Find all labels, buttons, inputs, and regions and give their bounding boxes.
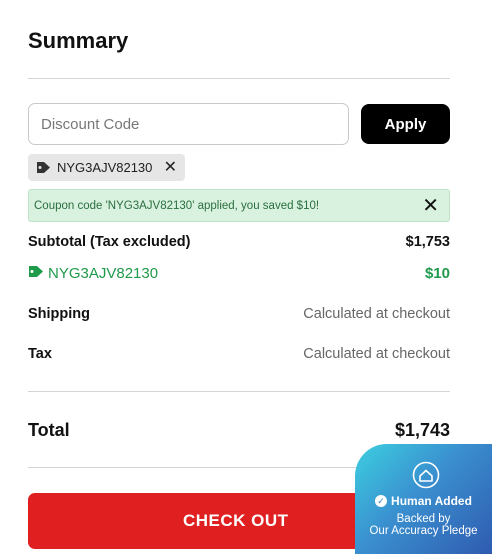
divider-middle <box>28 391 450 392</box>
badge-line-3: Our Accuracy Pledge <box>369 525 478 537</box>
shield-icon <box>412 461 440 489</box>
shipping-row: Shipping Calculated at checkout <box>28 306 450 322</box>
applied-coupon-code: NYG3AJV82130 <box>57 160 153 175</box>
shipping-label: Shipping <box>28 306 91 322</box>
subtotal-row: Subtotal (Tax excluded) $1,753 <box>28 234 450 250</box>
discount-code-label: NYG3AJV82130 <box>48 265 159 282</box>
close-alert-icon[interactable]: ✕ <box>422 196 439 216</box>
alert-message: Coupon code 'NYG3AJV82130' applied, you … <box>34 199 320 212</box>
applied-coupon-chip: NYG3AJV82130 ✕ <box>28 154 185 181</box>
summary-title: Summary <box>28 28 129 53</box>
check-icon: ✓ <box>375 495 388 507</box>
tax-row: Tax Calculated at checkout <box>28 346 450 362</box>
divider-top <box>28 78 450 79</box>
tag-icon <box>36 161 51 174</box>
badge-line-2: Backed by <box>396 513 451 525</box>
apply-button[interactable]: Apply <box>361 104 450 144</box>
discount-code-input[interactable] <box>28 103 349 145</box>
total-row: Total $1,743 <box>28 420 450 441</box>
subtotal-label: Subtotal (Tax excluded) <box>28 234 191 250</box>
total-value: $1,743 <box>394 420 450 440</box>
discount-value: $10 <box>424 265 450 282</box>
coupon-success-alert: Coupon code 'NYG3AJV82130' applied, you … <box>28 189 450 222</box>
badge-title: Human Added <box>391 494 472 508</box>
remove-coupon-icon[interactable]: ✕ <box>164 159 177 176</box>
shipping-value: Calculated at checkout <box>303 306 450 322</box>
discount-tag-icon <box>28 265 44 282</box>
subtotal-value: $1,753 <box>405 234 450 250</box>
total-label: Total <box>28 420 70 440</box>
tax-label: Tax <box>28 346 52 362</box>
discount-row: NYG3AJV82130 $10 <box>28 265 450 282</box>
accuracy-pledge-badge[interactable]: ✓ Human Added Backed by Our Accuracy Ple… <box>355 444 492 554</box>
tax-value: Calculated at checkout <box>303 346 450 362</box>
